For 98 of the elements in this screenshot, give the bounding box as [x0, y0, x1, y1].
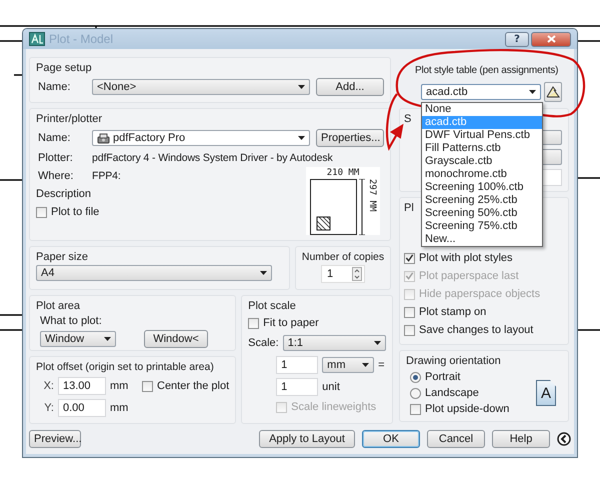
radio-button[interactable] — [410, 388, 421, 398]
field-label: Where: — [37, 170, 74, 182]
list-option[interactable]: Grayscale.ctb — [422, 155, 542, 168]
checkbox-label: Scale lineweights — [291, 401, 376, 413]
close-icon — [546, 35, 556, 43]
field-label: mm — [110, 380, 130, 392]
checkbox-label: Save changes to layout — [419, 324, 534, 336]
list-option[interactable]: Screening 100%.ctb — [422, 181, 542, 194]
help-button[interactable]: ? — [505, 32, 529, 46]
caret-icon — [260, 271, 267, 275]
checkbox-label: Plot to file — [51, 206, 100, 218]
collapse-button[interactable] — [557, 432, 571, 446]
section-title: Drawing orientation — [406, 354, 502, 369]
spinner-arrows-icon — [352, 267, 362, 281]
section-title: Plot style table (pen assignments) — [414, 64, 560, 78]
caret-icon — [529, 90, 536, 94]
plot-style-dropdown[interactable]: acad.ctb — [421, 84, 541, 100]
list-option[interactable]: None — [422, 103, 542, 116]
list-option[interactable]: monochrome.ctb — [422, 168, 542, 181]
caret-icon — [374, 341, 382, 345]
field-label: What to plot: — [39, 314, 103, 329]
scale-denominator-field[interactable]: 1 — [276, 378, 318, 396]
checkbox[interactable] — [404, 306, 415, 318]
field-label: Description — [36, 188, 92, 200]
field-label: Scale: — [248, 337, 279, 349]
where-value: FPP4: — [92, 170, 121, 182]
hand-drawn-arrow — [386, 93, 404, 150]
caret-icon — [362, 363, 370, 367]
list-option[interactable]: Screening 25%.ctb — [422, 194, 542, 207]
list-option[interactable]: New... — [422, 233, 542, 246]
section-title: S — [404, 112, 412, 126]
radio-label: Portrait — [425, 371, 460, 383]
add-button[interactable]: Add... — [316, 78, 384, 96]
page-setup-dropdown[interactable]: <None> — [92, 79, 310, 95]
field-label: = — [378, 359, 386, 371]
field-label: Y: — [43, 402, 54, 414]
checkbox-label: Plot with plot styles — [419, 252, 513, 264]
dialog-button[interactable]: Apply to Layout — [259, 430, 355, 448]
checkbox[interactable] — [404, 324, 415, 336]
checkbox-label: Hide paperspace objects — [419, 288, 540, 300]
edit-button[interactable] — [544, 82, 562, 102]
printer-dropdown[interactable]: pdfFactory Pro — [92, 130, 310, 146]
field-label: unit — [322, 381, 340, 393]
caret-icon — [298, 136, 305, 140]
field-label: Name: — [37, 81, 72, 93]
dimension-label: 297 MM — [367, 179, 376, 212]
dialog-button[interactable]: Help — [492, 430, 550, 448]
dialog-button[interactable]: OK — [362, 430, 420, 448]
pencil-icon — [546, 86, 560, 98]
checkbox[interactable] — [36, 206, 47, 218]
window-button[interactable]: Window< — [144, 330, 208, 348]
radio-button[interactable] — [410, 372, 421, 382]
section-title: Printer/plotter — [36, 112, 104, 127]
scale-numerator-field[interactable]: 1 — [276, 356, 318, 374]
checkbox[interactable] — [142, 380, 153, 392]
section-title: Page setup — [36, 61, 93, 76]
list-option[interactable]: DWF Virtual Pens.ctb — [422, 129, 542, 142]
dialog-button[interactable]: Cancel — [427, 430, 485, 448]
list-option[interactable]: Fill Patterns.ctb — [422, 142, 542, 155]
checkbox-label: Plot upside-down — [425, 403, 510, 415]
field-label: Plotter: — [37, 152, 74, 164]
chevron-icon — [557, 432, 571, 446]
list-option[interactable]: Screening 50%.ctb — [422, 207, 542, 220]
field-label: X: — [42, 380, 54, 392]
checkbox-label: Plot paperspace last — [419, 270, 519, 282]
checkbox-label: Center the plot — [157, 380, 230, 392]
field-label: Name: — [37, 132, 72, 144]
copies-spinner[interactable]: 1 — [321, 265, 365, 283]
printer-icon — [97, 132, 110, 144]
checkbox[interactable] — [404, 252, 415, 264]
caret-icon — [298, 85, 305, 89]
properties-button[interactable]: Properties... — [316, 129, 384, 147]
checkbox-label: Fit to paper — [263, 317, 319, 329]
field-label: mm — [110, 402, 130, 414]
radio-label: Landscape — [425, 387, 479, 399]
unit-dropdown[interactable]: mm — [322, 357, 374, 373]
section-title: Plot area — [36, 299, 82, 314]
plotter-value: pdfFactory 4 - Windows System Driver - by Autodesk — [92, 152, 333, 164]
scale-dropdown[interactable]: 1:1 — [282, 335, 386, 351]
section-title: Plot offset (origin set to printable area) — [36, 360, 215, 375]
caret-icon — [104, 337, 111, 341]
section-title: Plot scale — [248, 299, 297, 314]
what-to-plot-dropdown[interactable]: Window — [40, 331, 116, 347]
close-button[interactable] — [531, 32, 571, 46]
section-title: Pl — [404, 201, 415, 216]
dimension-label: 210 MM — [326, 168, 360, 178]
section-title: Number of copies — [302, 250, 384, 265]
checkbox[interactable] — [410, 404, 421, 414]
preview-button[interactable]: Preview... — [29, 430, 81, 448]
checkbox-label: Plot stamp on — [419, 306, 486, 318]
list-option[interactable]: Screening 75%.ctb — [422, 220, 542, 233]
paper-size-dropdown[interactable]: A4 — [36, 265, 272, 281]
y-offset-field[interactable]: 0.00 — [58, 399, 106, 417]
section-title: Paper size — [36, 250, 89, 265]
x-offset-field[interactable]: 13.00 — [58, 377, 106, 395]
checkbox[interactable] — [248, 318, 260, 328]
app-icon — [29, 32, 45, 46]
portrait-page-icon: A — [536, 380, 556, 406]
